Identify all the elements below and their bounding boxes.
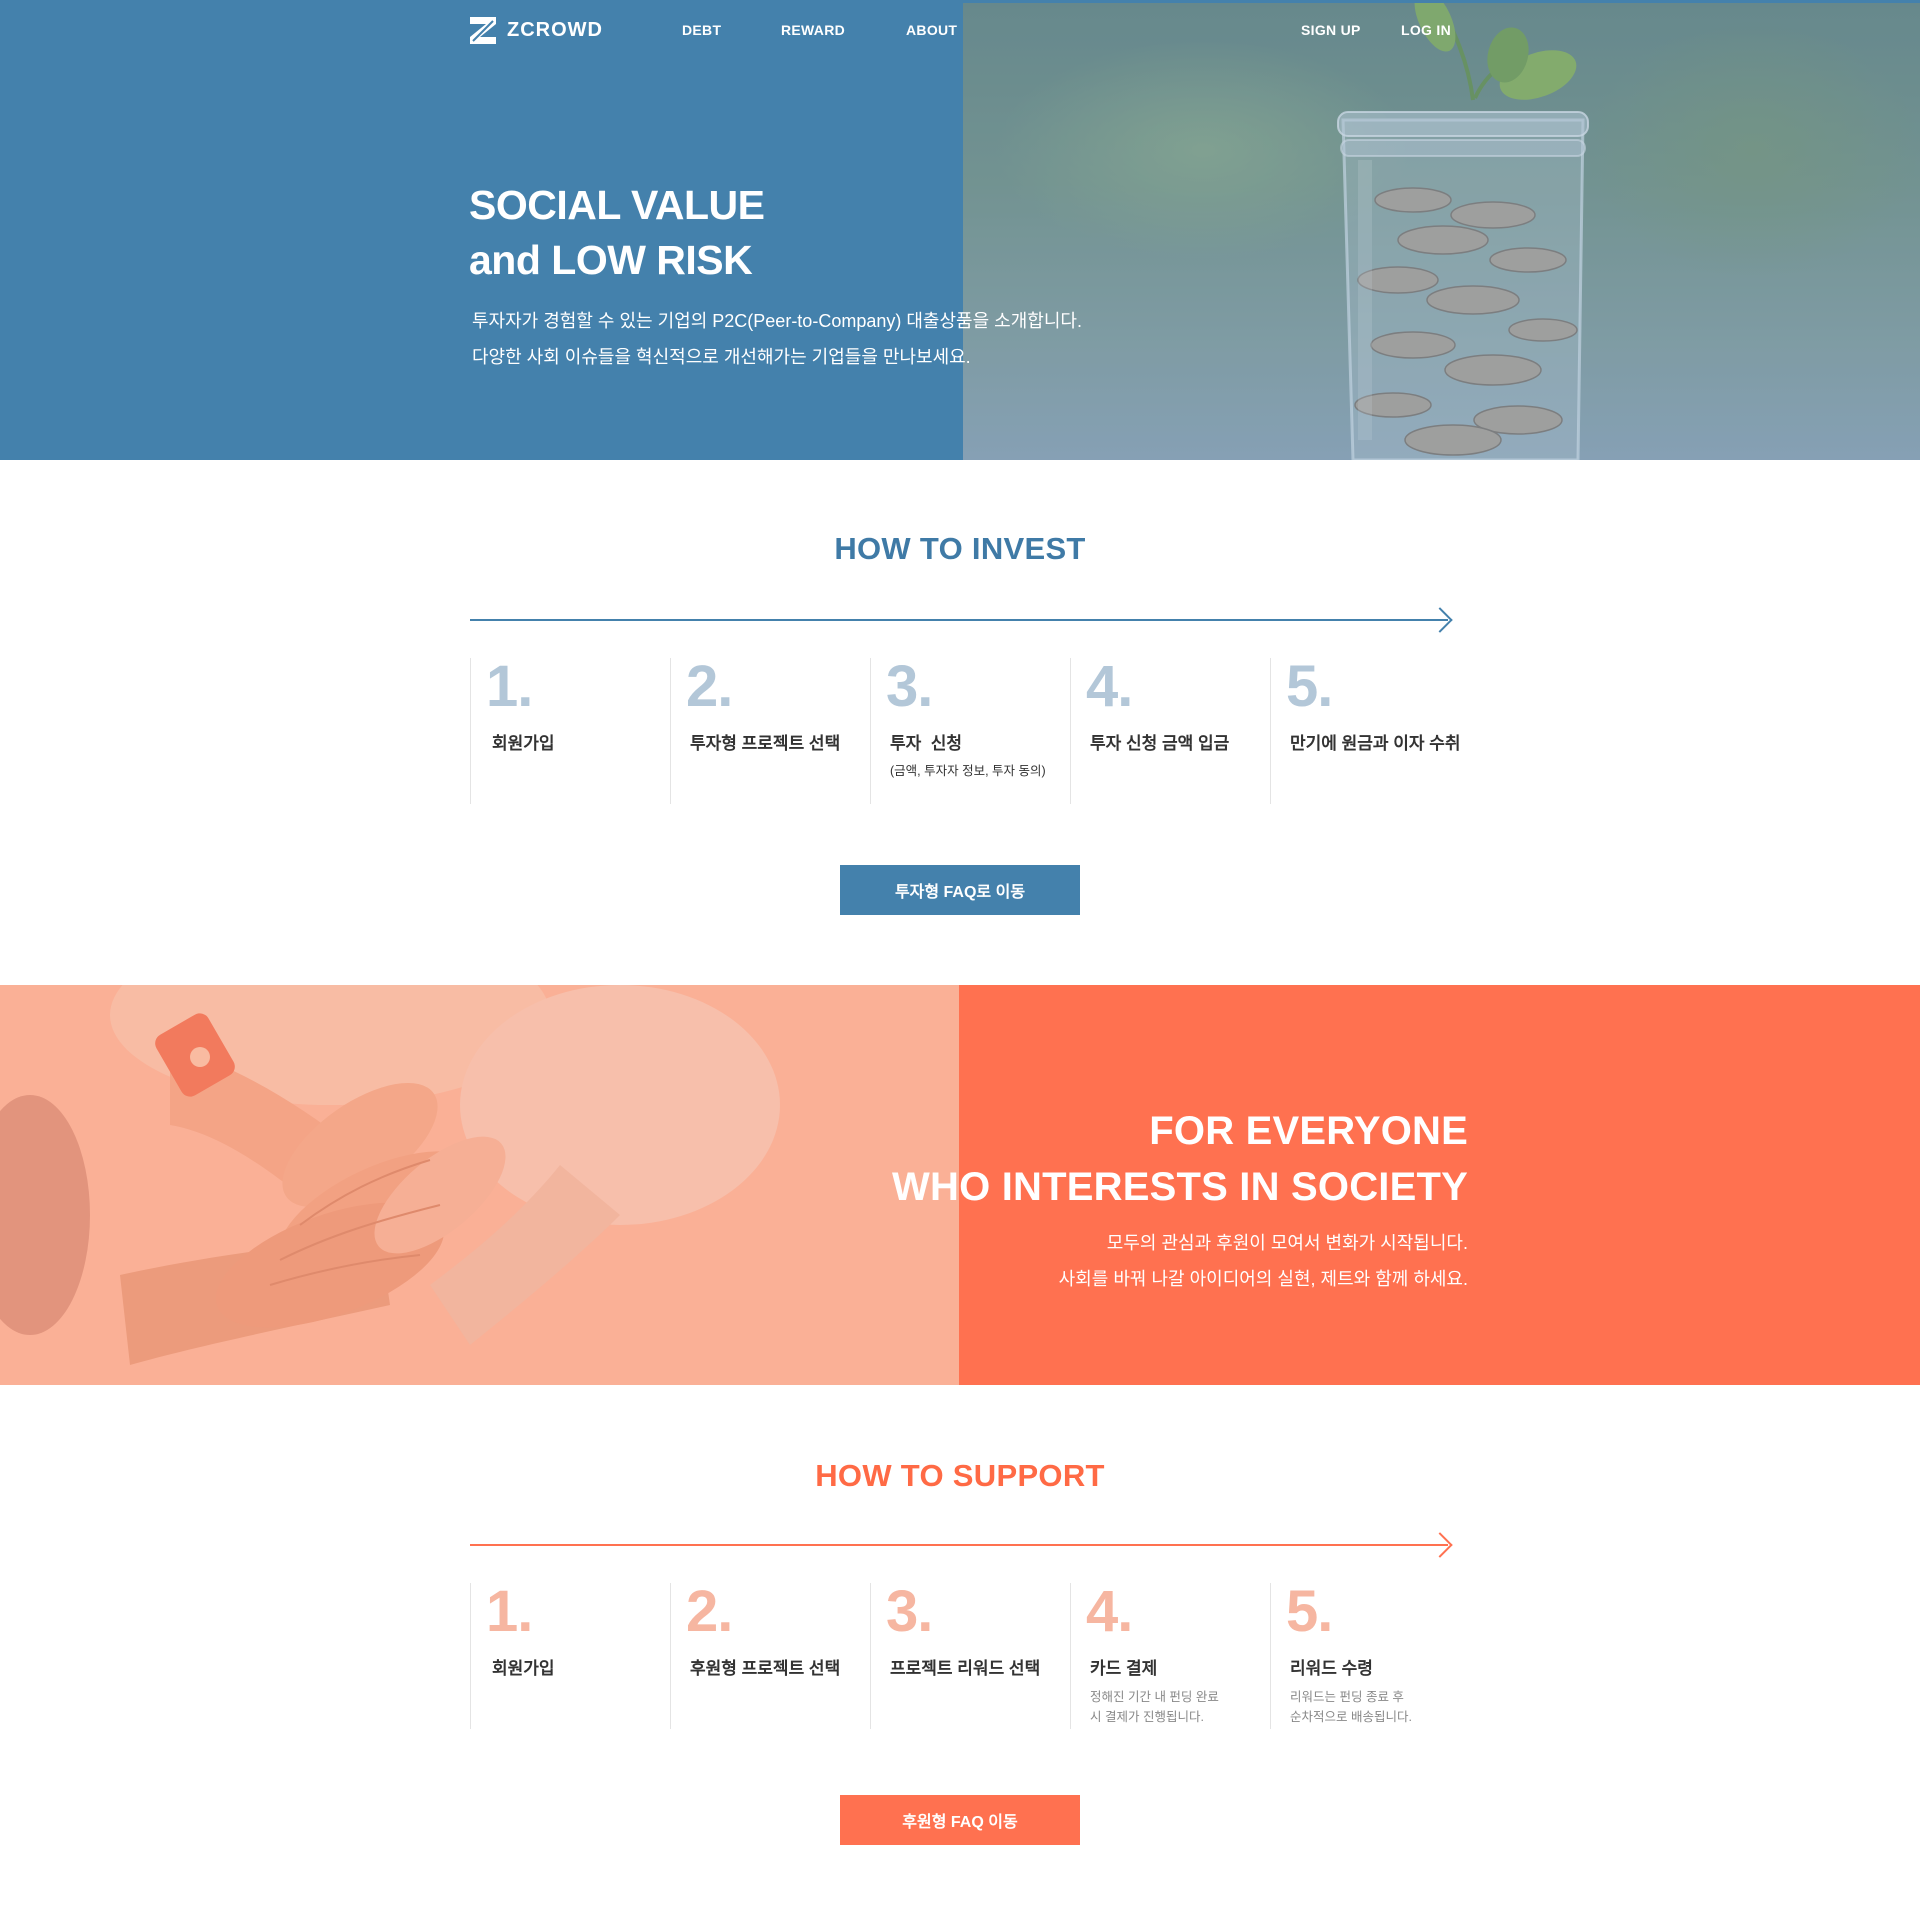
step-label: 프로젝트 리워드 선택 bbox=[890, 1659, 1041, 1678]
hero-section: ZCROWD DEBT REWARD ABOUT SIGN UP LOG IN … bbox=[0, 0, 1920, 460]
hero-title-line2: and LOW RISK bbox=[469, 237, 753, 283]
logo-mark-icon bbox=[470, 17, 496, 44]
invest-step-1: 1. 회원가입 bbox=[470, 654, 670, 804]
invest-faq-button[interactable]: 투자형 FAQ로 이동 bbox=[840, 865, 1080, 915]
hero-image-coin-jar bbox=[963, 0, 1920, 460]
brand-name: ZCROWD bbox=[507, 18, 603, 41]
hero-title: SOCIAL VALUE and LOW RISK bbox=[469, 178, 765, 288]
step-note: 리워드는 펀딩 종료 후 순차적으로 배송됩니다. bbox=[1290, 1687, 1412, 1727]
step-number: 1. bbox=[486, 654, 533, 719]
step-number: 5. bbox=[1286, 1579, 1333, 1644]
step-note-line2: 순차적으로 배송됩니다. bbox=[1290, 1710, 1412, 1724]
step-number: 3. bbox=[886, 1579, 933, 1644]
step-label: 투자형 프로젝트 선택 bbox=[690, 734, 841, 753]
support-step-2: 2. 후원형 프로젝트 선택 bbox=[670, 1579, 870, 1729]
nav-link-log-in[interactable]: LOG IN bbox=[1401, 22, 1451, 38]
invest-step-3: 3. 투자 신청 (금액, 투자자 정보, 투자 동의) bbox=[870, 654, 1070, 804]
support-section-title: HOW TO SUPPORT bbox=[815, 1458, 1105, 1493]
step-label: 리워드 수령 bbox=[1290, 1659, 1373, 1678]
invest-steps: 1. 회원가입 2. 투자형 프로젝트 선택 3. 투자 신청 (금액, 투자자… bbox=[470, 654, 1470, 808]
step-number: 2. bbox=[686, 1579, 733, 1644]
banner-subtitle: 모두의 관심과 후원이 모여서 변화가 시작됩니다. 사회를 바꿔 나갈 아이디… bbox=[1059, 1225, 1468, 1297]
step-note-line2: 시 결제가 진행됩니다. bbox=[1090, 1710, 1204, 1724]
step-label: 투자 신청 bbox=[890, 734, 963, 753]
step-label: 후원형 프로젝트 선택 bbox=[690, 1659, 841, 1678]
topbar-accent-line bbox=[963, 0, 1920, 3]
community-banner: FOR EVERYONE WHO INTERESTS IN SOCIETY 모두… bbox=[0, 985, 1920, 1385]
brand-logo[interactable]: ZCROWD bbox=[469, 15, 603, 45]
hero-subtitle: 투자자가 경험할 수 있는 기업의 P2C(Peer-to-Company) 대… bbox=[472, 303, 1082, 375]
step-number: 1. bbox=[486, 1579, 533, 1644]
step-note-line1: 리워드는 펀딩 종료 후 bbox=[1290, 1690, 1404, 1704]
invest-arrow-line bbox=[470, 619, 1448, 621]
nav-link-sign-up[interactable]: SIGN UP bbox=[1301, 22, 1361, 38]
step-label: 카드 결제 bbox=[1090, 1659, 1158, 1678]
invest-step-5: 5. 만기에 원금과 이자 수취 bbox=[1270, 654, 1470, 804]
arrow-right-icon bbox=[1427, 1532, 1453, 1558]
support-step-3: 3. 프로젝트 리워드 선택 bbox=[870, 1579, 1070, 1729]
banner-image-hands bbox=[0, 985, 959, 1385]
top-navigation-bar: ZCROWD DEBT REWARD ABOUT SIGN UP LOG IN bbox=[0, 0, 1920, 60]
support-steps: 1. 회원가입 2. 후원형 프로젝트 선택 3. 프로젝트 리워드 선택 4.… bbox=[470, 1579, 1470, 1733]
step-note: (금액, 투자자 정보, 투자 동의) bbox=[890, 764, 1046, 778]
step-note-line1: 정해진 기간 내 펀딩 완료 bbox=[1090, 1690, 1219, 1704]
banner-title: FOR EVERYONE WHO INTERESTS IN SOCIETY bbox=[892, 1103, 1468, 1215]
banner-subtitle-line2: 사회를 바꿔 나갈 아이디어의 실현, 제트와 함께 하세요. bbox=[1058, 1269, 1468, 1289]
support-faq-button[interactable]: 후원형 FAQ 이동 bbox=[840, 1795, 1080, 1845]
support-step-5: 5. 리워드 수령 리워드는 펀딩 종료 후 순차적으로 배송됩니다. bbox=[1270, 1579, 1470, 1729]
step-number: 3. bbox=[886, 654, 933, 719]
invest-section-title: HOW TO INVEST bbox=[834, 531, 1086, 566]
invest-step-2: 2. 투자형 프로젝트 선택 bbox=[670, 654, 870, 804]
nav-link-reward[interactable]: REWARD bbox=[781, 22, 845, 38]
banner-title-line1: FOR EVERYONE bbox=[1149, 1109, 1468, 1153]
step-label: 회원가입 bbox=[492, 1659, 555, 1678]
hero-subtitle-line2: 다양한 사회 이슈들을 혁신적으로 개선해가는 기업들을 만나보세요. bbox=[472, 347, 971, 367]
stacked-hands-illustration bbox=[0, 985, 959, 1385]
step-label: 투자 신청 금액 입금 bbox=[1090, 734, 1230, 753]
nav-link-about[interactable]: ABOUT bbox=[906, 22, 957, 38]
invest-step-4: 4. 투자 신청 금액 입금 bbox=[1070, 654, 1270, 804]
support-arrow-line bbox=[470, 1544, 1448, 1546]
hero-title-line1: SOCIAL VALUE bbox=[469, 182, 765, 228]
support-step-1: 1. 회원가입 bbox=[470, 1579, 670, 1729]
banner-subtitle-line1: 모두의 관심과 후원이 모여서 변화가 시작됩니다. bbox=[1106, 1233, 1468, 1253]
step-label: 회원가입 bbox=[492, 734, 555, 753]
step-number: 2. bbox=[686, 654, 733, 719]
banner-title-line2: WHO INTERESTS IN SOCIETY bbox=[892, 1165, 1468, 1209]
step-label: 만기에 원금과 이자 수취 bbox=[1290, 734, 1461, 753]
step-number: 4. bbox=[1086, 654, 1133, 719]
step-note: 정해진 기간 내 펀딩 완료 시 결제가 진행됩니다. bbox=[1090, 1687, 1219, 1727]
nav-link-debt[interactable]: DEBT bbox=[682, 22, 721, 38]
hero-subtitle-line1: 투자자가 경험할 수 있는 기업의 P2C(Peer-to-Company) 대… bbox=[472, 311, 1082, 331]
arrow-right-icon bbox=[1427, 607, 1453, 633]
support-step-4: 4. 카드 결제 정해진 기간 내 펀딩 완료 시 결제가 진행됩니다. bbox=[1070, 1579, 1270, 1729]
step-number: 4. bbox=[1086, 1579, 1133, 1644]
step-number: 5. bbox=[1286, 654, 1333, 719]
